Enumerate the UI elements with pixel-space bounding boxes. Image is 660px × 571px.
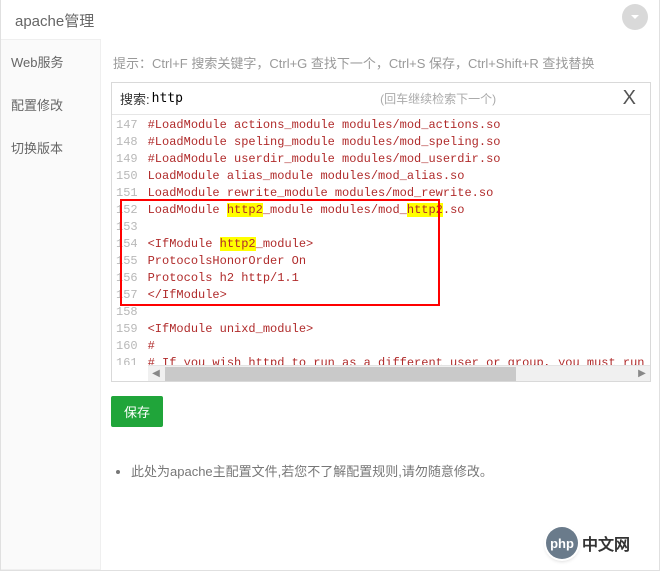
search-input[interactable] (150, 90, 260, 107)
sidebar-item-config[interactable]: 配置修改 (1, 83, 100, 126)
sidebar: Web服务 配置修改 切换版本 (1, 39, 101, 570)
page-title: apache管理 (1, 0, 659, 39)
php-badge-icon: php (546, 527, 578, 559)
caret-down-icon (628, 10, 642, 24)
search-hint: (回车继续检索下一个) (260, 90, 617, 107)
sidebar-item-web[interactable]: Web服务 (1, 40, 100, 83)
scroll-right-icon[interactable]: ▶ (634, 368, 650, 379)
watermark-text: 中文网 (582, 531, 630, 555)
search-bar: 搜索: (回车继续检索下一个) X (112, 83, 650, 115)
close-icon[interactable]: X (617, 87, 642, 110)
code-area[interactable]: #LoadModule actions_module modules/mod_a… (144, 115, 650, 365)
code-editor: 搜索: (回车继续检索下一个) X 147 148 149 150 151 15… (111, 82, 651, 382)
horizontal-scrollbar[interactable]: ◀ ▶ (148, 365, 650, 381)
line-gutter: 147 148 149 150 151 152 153 154 155 156 … (112, 115, 144, 365)
search-label: 搜索: (120, 89, 150, 108)
notes-list: 此处为apache主配置文件,若您不了解配置规则,请勿随意修改。 (111, 457, 651, 484)
shortcut-hint: 提示：Ctrl+F 搜索关键字，Ctrl+G 查找下一个，Ctrl+S 保存，C… (111, 49, 651, 82)
save-button[interactable]: 保存 (111, 396, 163, 427)
watermark: php 中文网 (546, 527, 630, 559)
scroll-left-icon[interactable]: ◀ (148, 368, 164, 379)
note-item: 此处为apache主配置文件,若您不了解配置规则,请勿随意修改。 (131, 457, 651, 484)
minimize-button[interactable] (622, 4, 648, 30)
sidebar-item-version[interactable]: 切换版本 (1, 126, 100, 169)
scroll-thumb[interactable] (165, 367, 516, 381)
